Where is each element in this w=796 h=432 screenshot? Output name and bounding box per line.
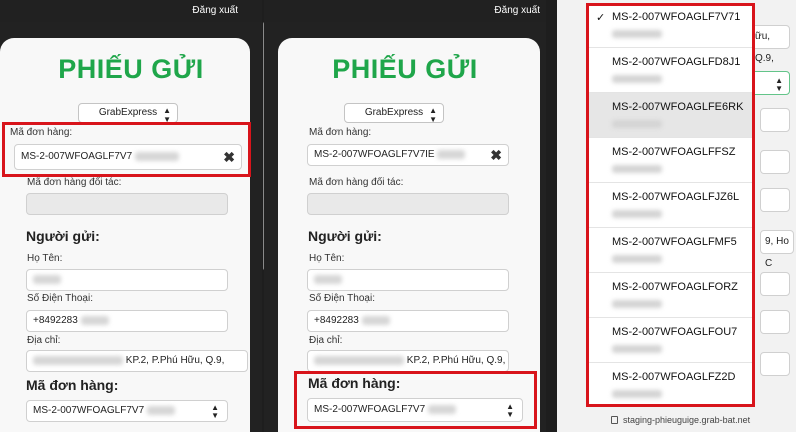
order-select-value: MS-2-007WFOAGLF7V7 [33, 405, 145, 416]
address-bg-text: 9, Ho C [765, 236, 789, 269]
clear-icon[interactable]: ✖ [490, 147, 502, 163]
panel-left: Đăng xuất PHIẾU GỬI GrabExpress ▲ ▼ Mã đơ… [0, 0, 262, 432]
address-input[interactable]: KP.2, P.Phú Hữu, Q.9, [307, 350, 509, 372]
sender-heading: Người gửi: [26, 228, 100, 244]
order-select-bg: ▲ ▼ [750, 71, 790, 95]
top-bar: Đăng xuất [264, 0, 546, 22]
address-label: Địa chỉ: [309, 335, 343, 346]
address-label: Địa chỉ: [27, 335, 61, 346]
masked-text [314, 274, 342, 284]
masked-text [314, 355, 404, 365]
bg-field [760, 310, 790, 334]
partner-order-label: Mã đơn hàng đối tác: [27, 177, 122, 188]
courier-select-value: GrabExpress [364, 107, 424, 118]
logout-link[interactable]: Đăng xuất [192, 5, 238, 16]
lock-icon [611, 416, 618, 424]
screenshot-stage: Đăng xuất PHIẾU GỬI GrabExpress ▲ ▼ Mã đơ… [0, 0, 796, 432]
masked-text [33, 355, 123, 365]
address-input[interactable]: KP.2, P.Phú Hữu, Q.9, [26, 350, 248, 372]
address-input-value: KP.2, P.Phú Hữu, Q.9, [406, 355, 506, 366]
bg-field [760, 188, 790, 212]
order-select[interactable]: MS-2-007WFOAGLF7V7 ▲ ▼ [26, 400, 228, 422]
masked-text [146, 405, 175, 415]
partner-order-input[interactable] [26, 193, 228, 215]
address-bg-text: ữu, Q.9, [755, 31, 774, 64]
masked-text [80, 315, 109, 325]
top-bar: Đăng xuất [0, 0, 262, 22]
name-label: Họ Tên: [309, 253, 345, 264]
masked-text [437, 149, 466, 159]
masked-text [33, 274, 61, 284]
page-title: PHIẾU GỬI [332, 54, 478, 84]
select-arrows-icon: ▲ ▼ [429, 106, 437, 124]
courier-select[interactable]: GrabExpress ▲ ▼ [78, 103, 178, 124]
bg-field: 9, Ho C [760, 230, 794, 269]
logout-link[interactable]: Đăng xuất [494, 5, 540, 16]
bg-field [760, 272, 790, 296]
highlight-box [586, 3, 755, 407]
select-arrows-icon: ▲ ▼ [775, 76, 783, 93]
partner-order-label: Mã đơn hàng đối tác: [309, 177, 404, 188]
panel-middle: Đăng xuất PHIẾU GỬI GrabExpress ▲ ▼ Mã đơ… [264, 0, 546, 432]
phone-label: Số Điện Thoại: [309, 293, 375, 304]
courier-select-value: GrabExpress [98, 107, 158, 118]
phone-label: Số Điện Thoại: [27, 293, 93, 304]
address-input-value: KP.2, P.Phú Hữu, Q.9, [125, 355, 225, 366]
page-url: staging-phieuguige.grab-bat.net [623, 415, 751, 425]
bg-field [760, 352, 790, 376]
phone-input[interactable]: +8492283 [26, 310, 228, 332]
partner-order-input[interactable] [307, 193, 509, 215]
name-input[interactable] [307, 269, 509, 291]
select-arrows-icon: ▲ ▼ [211, 403, 219, 420]
bg-field [760, 108, 790, 132]
name-label: Họ Tên: [27, 253, 63, 264]
order-input[interactable]: MS-2-007WFOAGLF7V7IE ✖ [307, 144, 509, 166]
order-input-value: MS-2-007WFOAGLF7V7IE [314, 149, 435, 160]
phone-input-value: +8492283 [33, 315, 78, 326]
sender-heading: Người gửi: [308, 228, 382, 244]
courier-select[interactable]: GrabExpress ▲ ▼ [344, 103, 444, 124]
name-input[interactable] [26, 269, 228, 291]
phone-input-value: +8492283 [314, 315, 359, 326]
order-label: Mã đơn hàng: [309, 127, 372, 138]
address-input-bg: ữu, Q.9, [750, 25, 790, 64]
highlight-box [2, 122, 251, 177]
phone-input[interactable]: +8492283 [307, 310, 509, 332]
masked-text [361, 315, 390, 325]
highlight-box [294, 371, 537, 429]
order-heading: Mã đơn hàng: [26, 377, 119, 393]
page-title: PHIẾU GỬI [58, 54, 204, 84]
bg-field [760, 150, 790, 174]
